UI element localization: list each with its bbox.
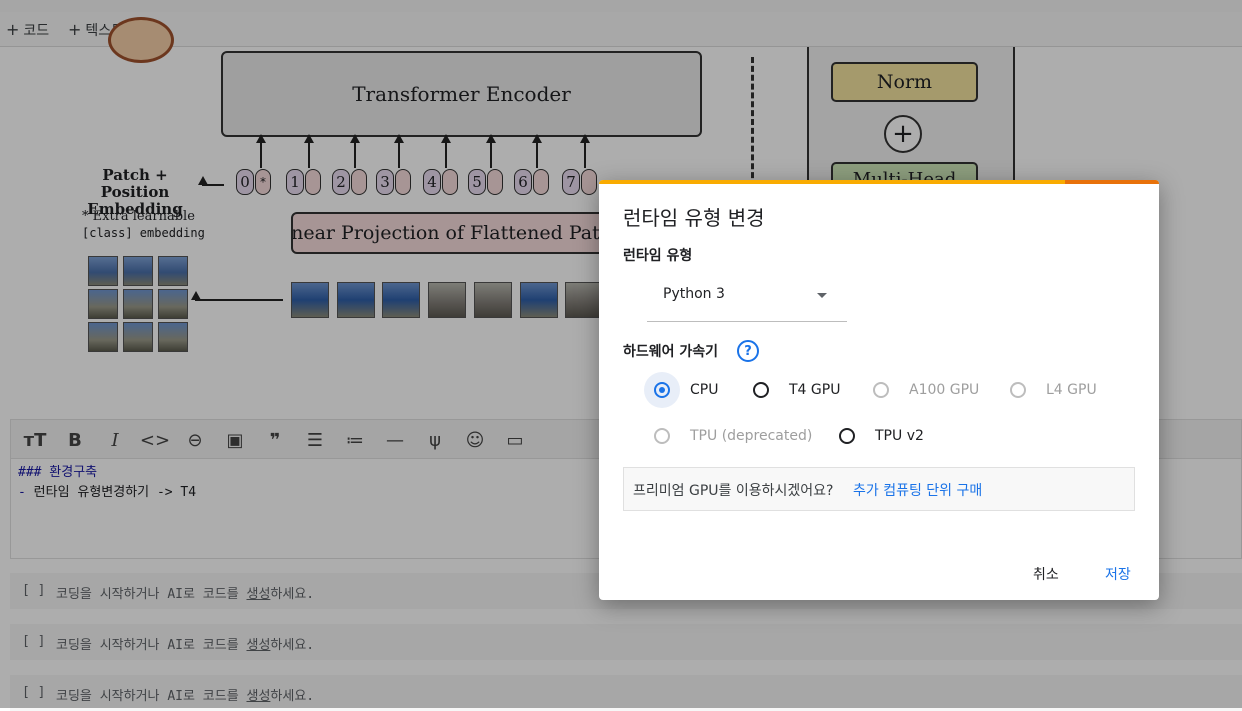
premium-question: 프리미엄 GPU를 이용하시겠어요? — [633, 483, 834, 499]
radio-disabled-icon — [1010, 382, 1026, 398]
radio-a100-gpu-label: A100 GPU — [909, 382, 980, 398]
radio-icon — [839, 428, 855, 444]
save-button[interactable]: 저장 — [1105, 564, 1131, 584]
radio-cpu-label: CPU — [690, 382, 719, 398]
dropdown-caret-icon — [817, 293, 827, 298]
radio-tpu-v2[interactable]: TPU v2 — [839, 428, 924, 444]
radio-disabled-icon — [873, 382, 889, 398]
radio-t4-gpu[interactable]: T4 GPU — [753, 382, 840, 398]
dialog-progress-bar — [599, 180, 1159, 184]
premium-gpu-banner: 프리미엄 GPU를 이용하시겠어요? 추가 컴퓨팅 단위 구매 — [623, 467, 1135, 511]
buy-compute-units-link[interactable]: 추가 컴퓨팅 단위 구매 — [853, 480, 982, 500]
radio-cpu[interactable]: CPU — [644, 372, 719, 408]
radio-l4-gpu-label: L4 GPU — [1046, 382, 1097, 398]
radio-tpu-deprecated: TPU (deprecated) — [654, 428, 812, 444]
runtime-type-select[interactable]: Python 3 — [647, 274, 847, 322]
radio-l4-gpu: L4 GPU — [1010, 382, 1097, 398]
radio-disabled-icon — [654, 428, 670, 444]
change-runtime-dialog: 런타임 유형 변경 런타임 유형 Python 3 하드웨어 가속기 ? CPU… — [599, 180, 1159, 600]
radio-tpu-v2-label: TPU v2 — [875, 428, 924, 444]
cancel-button[interactable]: 취소 — [1033, 564, 1059, 584]
help-icon[interactable]: ? — [737, 340, 759, 362]
runtime-type-label: 런타임 유형 — [623, 248, 693, 264]
radio-selected-icon — [654, 382, 670, 398]
hardware-accelerator-label: 하드웨어 가속기 — [623, 344, 719, 360]
radio-a100-gpu: A100 GPU — [873, 382, 979, 398]
runtime-type-value: Python 3 — [663, 286, 725, 302]
dialog-progress-segment — [1065, 180, 1159, 184]
dialog-title: 런타임 유형 변경 — [623, 206, 765, 230]
radio-icon — [753, 382, 769, 398]
radio-t4-gpu-label: T4 GPU — [789, 382, 841, 398]
radio-tpu-deprecated-label: TPU (deprecated) — [690, 428, 813, 444]
